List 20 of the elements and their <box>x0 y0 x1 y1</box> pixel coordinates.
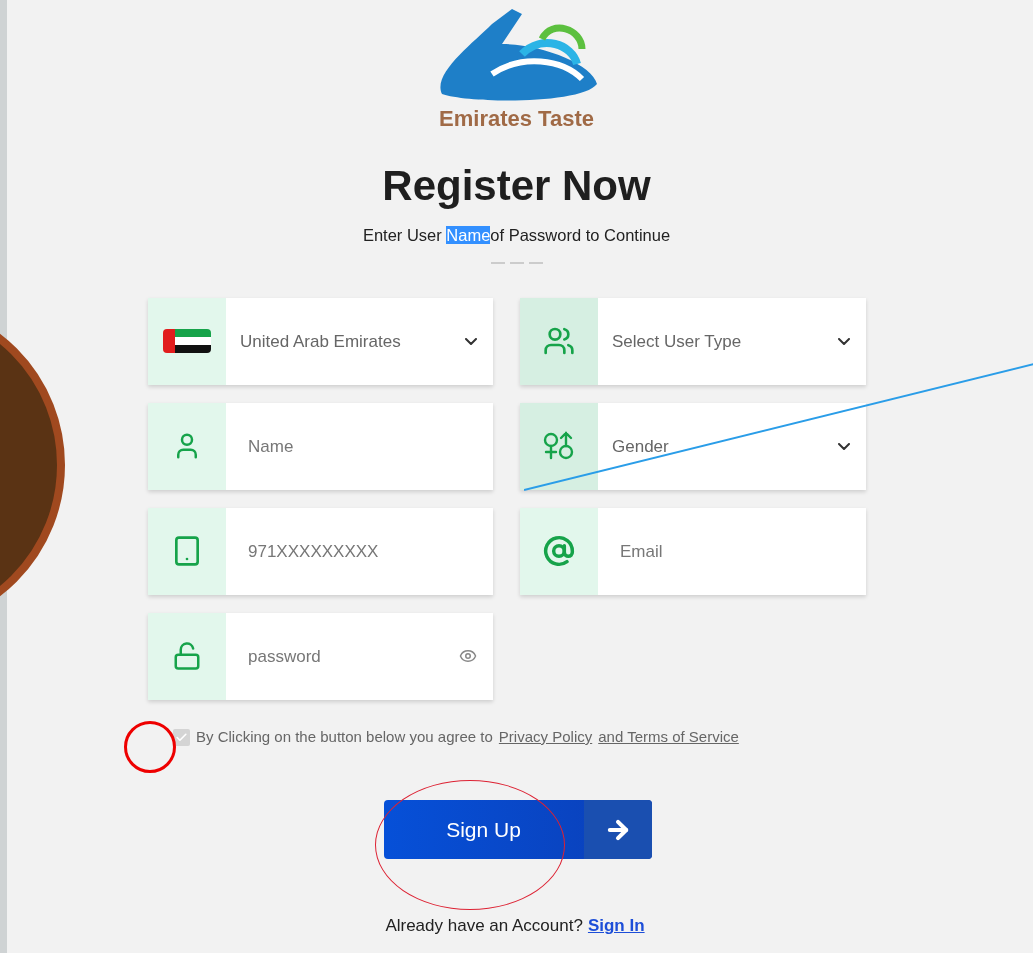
gender-icon <box>542 431 576 462</box>
subtitle: Enter User Nameof Password to Continue <box>362 225 671 246</box>
flag-icon <box>163 329 211 354</box>
logo-text: Emirates Taste <box>439 105 594 133</box>
at-sign-icon <box>543 535 575 568</box>
sign-up-button[interactable]: Sign Up <box>383 800 652 860</box>
page-title: Register Now <box>382 165 651 207</box>
select-field[interactable]: Select User Type <box>598 297 866 385</box>
agreement-text: By Clicking on the button below you agree to <box>196 726 493 747</box>
country-select[interactable]: United Arab Emirates <box>226 297 493 385</box>
input-field[interactable]: 971XXXXXXXXX <box>226 507 493 595</box>
select-field[interactable]: Gender <box>598 402 866 490</box>
chevron-down-icon <box>838 337 850 345</box>
input-field[interactable]: Email <box>598 507 866 595</box>
unlocked-padlock-icon <box>172 641 202 672</box>
sign-in-link[interactable]: Sign In <box>587 913 645 939</box>
footer-text: Already have an Account? <box>385 915 583 938</box>
chevron-down-icon <box>838 442 850 450</box>
chevron-down-icon <box>465 337 477 345</box>
input-field[interactable]: Name <box>226 402 493 490</box>
